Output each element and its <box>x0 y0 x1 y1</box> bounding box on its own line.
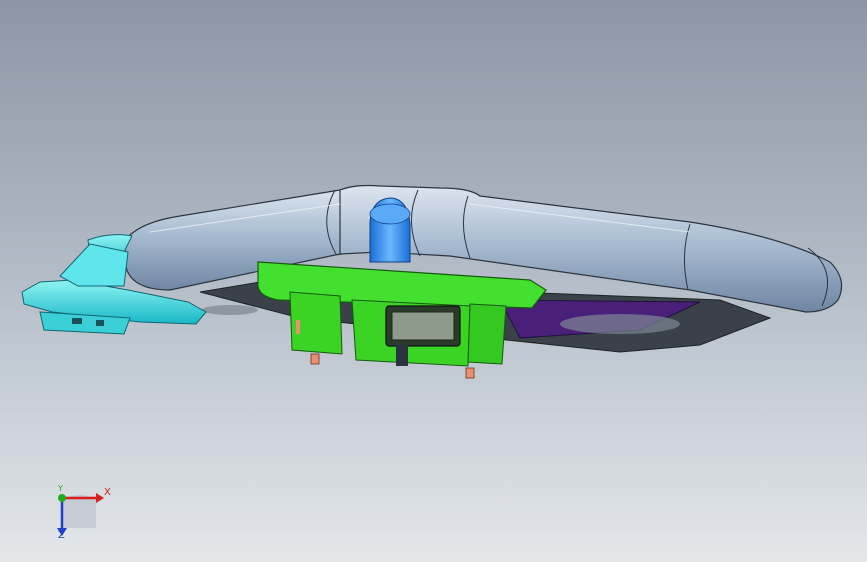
blue-tube[interactable] <box>369 197 411 263</box>
z-axis-label: Z <box>58 530 65 541</box>
x-axis-label: X <box>104 487 111 498</box>
graphics-viewport[interactable]: X Y Z <box>0 0 867 562</box>
y-axis-dot <box>58 494 66 502</box>
cad-model[interactable] <box>0 0 867 562</box>
green-board[interactable] <box>257 261 547 367</box>
y-axis-label: Y <box>58 484 63 493</box>
